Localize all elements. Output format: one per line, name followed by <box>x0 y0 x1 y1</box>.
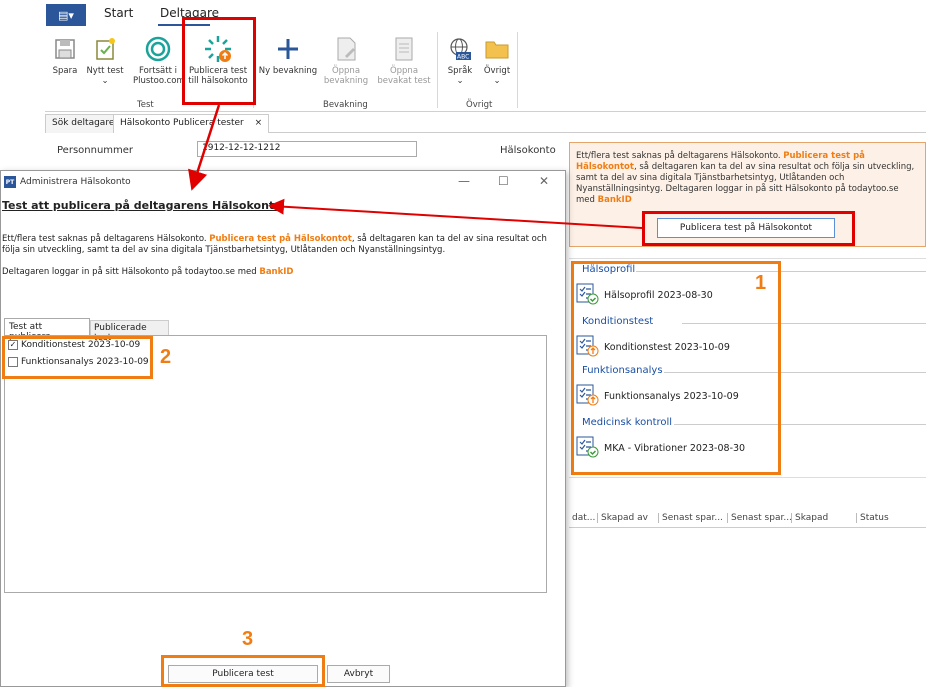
annotation-arrows <box>188 104 643 229</box>
